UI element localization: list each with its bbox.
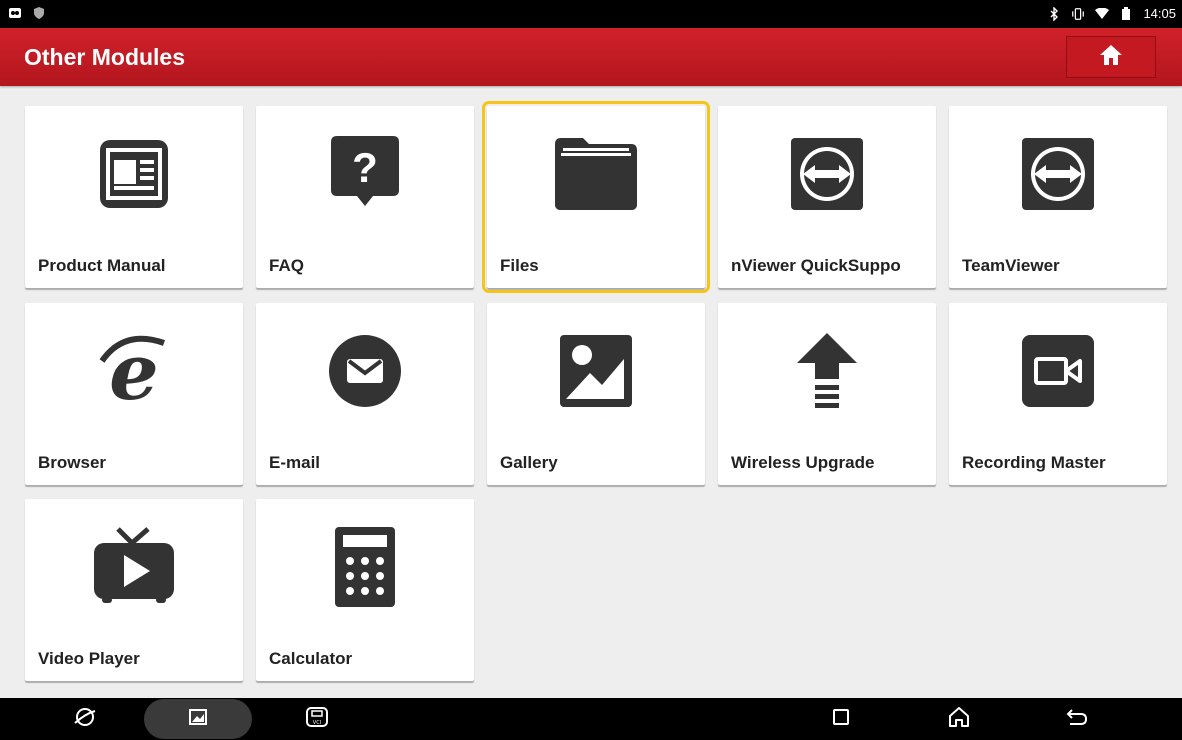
back-button[interactable] — [1052, 698, 1102, 740]
tile-faq[interactable]: ? FAQ — [256, 106, 474, 288]
image-icon — [189, 708, 207, 730]
teamviewer-icon — [718, 134, 936, 214]
clock: 14:05 — [1143, 6, 1176, 21]
page-title: Other Modules — [24, 44, 186, 70]
back-arrow-icon — [1066, 708, 1088, 731]
app-notification-icon — [8, 6, 22, 20]
svg-text:VCI: VCI — [313, 720, 321, 726]
wifi-icon — [1095, 7, 1110, 21]
tile-teamviewer[interactable]: TeamViewer — [949, 106, 1167, 288]
bluetooth-icon — [1047, 6, 1061, 21]
teamviewer-icon — [949, 134, 1167, 214]
gallery-icon — [487, 331, 705, 411]
upgrade-icon — [718, 331, 936, 411]
battery-icon — [1119, 6, 1133, 21]
home-nav-button[interactable] — [934, 698, 984, 740]
browser-icon: e — [25, 331, 243, 411]
folder-icon — [487, 134, 705, 214]
vci-nav-button[interactable]: VCI — [292, 698, 342, 740]
app-header: Other Modules — [0, 28, 1182, 86]
planet-icon — [74, 706, 96, 733]
tile-label: Wireless Upgrade — [731, 453, 875, 472]
navigation-bar: VCI — [0, 698, 1182, 740]
document-icon — [25, 134, 243, 214]
tile-label: nViewer QuickSuppo — [731, 256, 901, 275]
tile-label: Browser — [38, 453, 107, 472]
browser-nav-button[interactable] — [60, 698, 110, 740]
square-icon — [833, 708, 849, 730]
tile-gallery[interactable]: Gallery — [487, 303, 705, 485]
tile-recording-master[interactable]: Recording Master — [949, 303, 1167, 485]
email-icon — [256, 331, 474, 411]
tile-label: E-mail — [269, 453, 321, 472]
tile-label: Video Player — [38, 649, 140, 668]
tile-files[interactable]: Files — [482, 101, 710, 293]
tile-label: Calculator — [269, 649, 353, 668]
tile-product-manual[interactable]: Product Manual — [25, 106, 243, 288]
recents-button[interactable] — [816, 698, 866, 740]
tile-wireless-upgrade[interactable]: Wireless Upgrade — [718, 303, 936, 485]
tile-label: TeamViewer — [962, 256, 1060, 275]
tile-label: Recording Master — [962, 453, 1106, 472]
gallery-nav-button[interactable] — [173, 698, 223, 740]
home-outline-icon — [948, 706, 970, 733]
vci-icon: VCI — [304, 706, 330, 733]
home-button[interactable] — [1066, 36, 1156, 78]
tile-email[interactable]: E-mail — [256, 303, 474, 485]
video-camera-icon — [949, 331, 1167, 411]
tile-label: FAQ — [269, 256, 304, 275]
question-icon: ? — [256, 134, 474, 214]
tv-play-icon — [25, 527, 243, 607]
tile-label: Product Manual — [38, 256, 166, 275]
calculator-icon — [256, 527, 474, 607]
svg-text:?: ? — [352, 144, 378, 191]
tile-teamviewer-quicksupport[interactable]: nViewer QuickSuppo — [718, 106, 936, 288]
status-bar: 14:05 — [0, 0, 1182, 28]
tile-video-player[interactable]: Video Player — [25, 499, 243, 681]
tile-browser[interactable]: e Browser — [25, 303, 243, 485]
tile-label: Files — [500, 256, 539, 275]
home-icon — [1099, 44, 1123, 71]
tile-calculator[interactable]: Calculator — [256, 499, 474, 681]
shield-icon — [32, 6, 46, 20]
vibrate-icon — [1071, 7, 1085, 21]
tile-label: Gallery — [500, 453, 558, 472]
